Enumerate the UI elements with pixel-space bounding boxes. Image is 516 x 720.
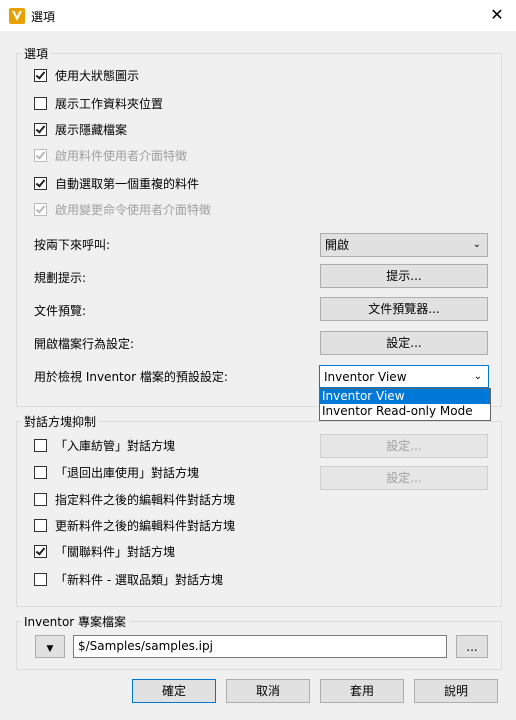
checkbox-label: 自動選取第一個重複的料件 <box>55 176 200 191</box>
checkbox[interactable] <box>34 176 47 190</box>
open-behavior-label: 開啟檔案行為設定: <box>34 337 135 351</box>
apply-button[interactable]: 套用 <box>320 679 404 703</box>
cancel-button[interactable]: 取消 <box>226 679 310 703</box>
checkbox-undo-checkout-dialog[interactable]: 「退回出庫使用」對話方塊 <box>34 463 199 481</box>
default-view-select[interactable]: Inventor View ⌄ <box>319 365 489 388</box>
checkbox <box>34 202 47 216</box>
help-button[interactable]: 說明 <box>414 679 498 703</box>
undo-checkout-settings-button: 設定... <box>320 466 488 490</box>
dropdown-option-inventor-view[interactable]: Inventor View <box>320 389 490 404</box>
checkbox[interactable] <box>34 438 47 452</box>
checkbox-label: 「新料件 - 選取品類」對話方塊 <box>55 572 223 587</box>
title-bar <box>0 0 516 31</box>
double-click-label: 按兩下來呼叫: <box>34 238 111 252</box>
checkbox[interactable] <box>34 492 47 506</box>
checkbox[interactable] <box>34 68 47 82</box>
project-file-label: Inventor 專案檔案 <box>21 613 130 630</box>
double-click-select[interactable]: 開啟 ⌄ <box>320 233 488 257</box>
browse-button[interactable]: ... <box>456 635 488 658</box>
hint-button[interactable]: 提示... <box>320 264 488 288</box>
checkbox-edit-after-assign[interactable]: 指定料件之後的編輯料件對話方塊 <box>34 490 235 508</box>
checkbox-label: 啟用變更命令使用者介面特徵 <box>55 202 212 217</box>
close-icon[interactable]: ✕ <box>486 4 508 26</box>
checkbox-item-ui-features: 啟用料件使用者介面特徵 <box>34 146 187 164</box>
checkbox-label: 展示工作資料夾位置 <box>55 96 164 111</box>
file-preview-button[interactable]: 文件預覽器... <box>320 297 488 321</box>
checkbox-label: 使用大狀態圖示 <box>55 68 140 83</box>
select-value: Inventor View <box>324 370 407 384</box>
checkbox-label: 啟用料件使用者介面特徵 <box>55 148 188 163</box>
checkbox[interactable] <box>34 96 47 110</box>
file-preview-label: 文件預覽: <box>34 304 87 318</box>
open-behavior-settings-button[interactable]: 設定... <box>320 331 488 355</box>
checkbox <box>34 148 47 162</box>
checkbox-label: 指定料件之後的編輯料件對話方塊 <box>55 492 236 507</box>
checkbox-label: 更新料件之後的編輯料件對話方塊 <box>55 518 236 533</box>
checkbox-label: 展示隱藏檔案 <box>55 122 128 137</box>
app-logo-icon <box>9 8 25 24</box>
ok-button[interactable]: 確定 <box>132 679 216 703</box>
checkbox[interactable] <box>34 544 47 558</box>
checkbox[interactable] <box>34 122 47 136</box>
planning-hint-label: 規劃提示: <box>34 271 87 285</box>
project-dropdown-button[interactable]: ▼ <box>35 635 65 658</box>
select-value: 開啟 <box>325 238 350 252</box>
chevron-down-icon: ⌄ <box>473 371 482 382</box>
checkin-settings-button: 設定... <box>320 434 488 458</box>
options-group-label: 選項 <box>21 45 52 62</box>
checkbox-large-status-icons[interactable]: 使用大狀態圖示 <box>34 66 139 84</box>
checkbox[interactable] <box>34 518 47 532</box>
checkbox-show-working-folder[interactable]: 展示工作資料夾位置 <box>34 94 163 112</box>
checkbox-label: 「退回出庫使用」對話方塊 <box>55 465 200 480</box>
checkbox-show-hidden-files[interactable]: 展示隱藏檔案 <box>34 120 127 138</box>
triangle-down-icon: ▼ <box>46 644 54 654</box>
checkbox-auto-select-duplicate[interactable]: 自動選取第一個重複的料件 <box>34 174 199 192</box>
checkbox[interactable] <box>34 572 47 586</box>
checkbox-edit-after-update[interactable]: 更新料件之後的編輯料件對話方塊 <box>34 516 235 534</box>
dropdown-option-read-only[interactable]: Inventor Read-only Mode <box>320 404 490 419</box>
checkbox-label: 「入庫紡管」對話方塊 <box>55 438 176 453</box>
default-view-label: 用於檢視 Inventor 檔案的預設設定: <box>34 370 228 384</box>
checkbox-link-items[interactable]: 「關聯料件」對話方塊 <box>34 542 175 560</box>
checkbox-checkin-dialog[interactable]: 「入庫紡管」對話方塊 <box>34 436 175 454</box>
window-title: 選項 <box>31 10 56 24</box>
default-view-dropdown: Inventor View Inventor Read-only Mode <box>319 388 491 421</box>
project-path-input[interactable]: $/Samples/samples.ipj <box>73 635 447 658</box>
checkbox-label: 「關聯料件」對話方塊 <box>55 544 176 559</box>
checkbox-new-item-category[interactable]: 「新料件 - 選取品類」對話方塊 <box>34 570 223 588</box>
checkbox[interactable] <box>34 465 47 479</box>
chevron-down-icon: ⌄ <box>472 239 481 250</box>
checkbox-change-order-ui-features: 啟用變更命令使用者介面特徵 <box>34 200 211 218</box>
dialog-suppression-label: 對話方塊抑制 <box>21 413 100 430</box>
